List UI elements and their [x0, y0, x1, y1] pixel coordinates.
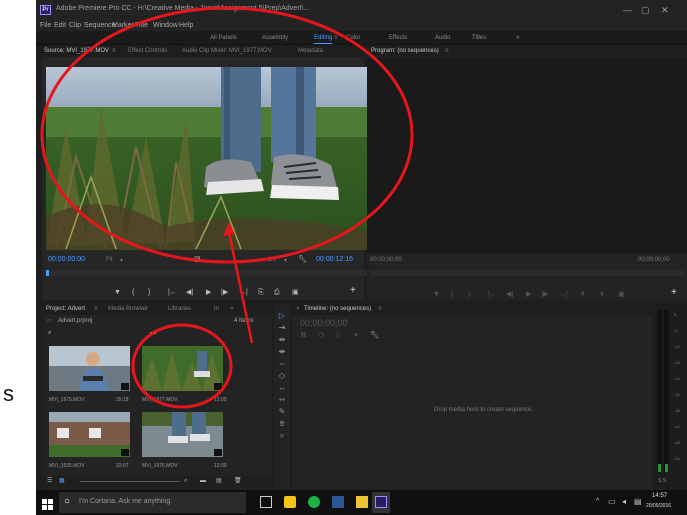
annotation-arrow-line: [227, 231, 254, 344]
side-letter: s: [3, 381, 14, 406]
clip-highlight-ellipse: [131, 323, 233, 409]
annotation-overlay: [40, 6, 414, 409]
source-highlight-ellipse: [40, 6, 414, 264]
annotation-arrow-head: [223, 222, 235, 236]
premiere-window: Pr Adobe Premiere Pro CC - H:\Creative M…: [36, 0, 687, 515]
